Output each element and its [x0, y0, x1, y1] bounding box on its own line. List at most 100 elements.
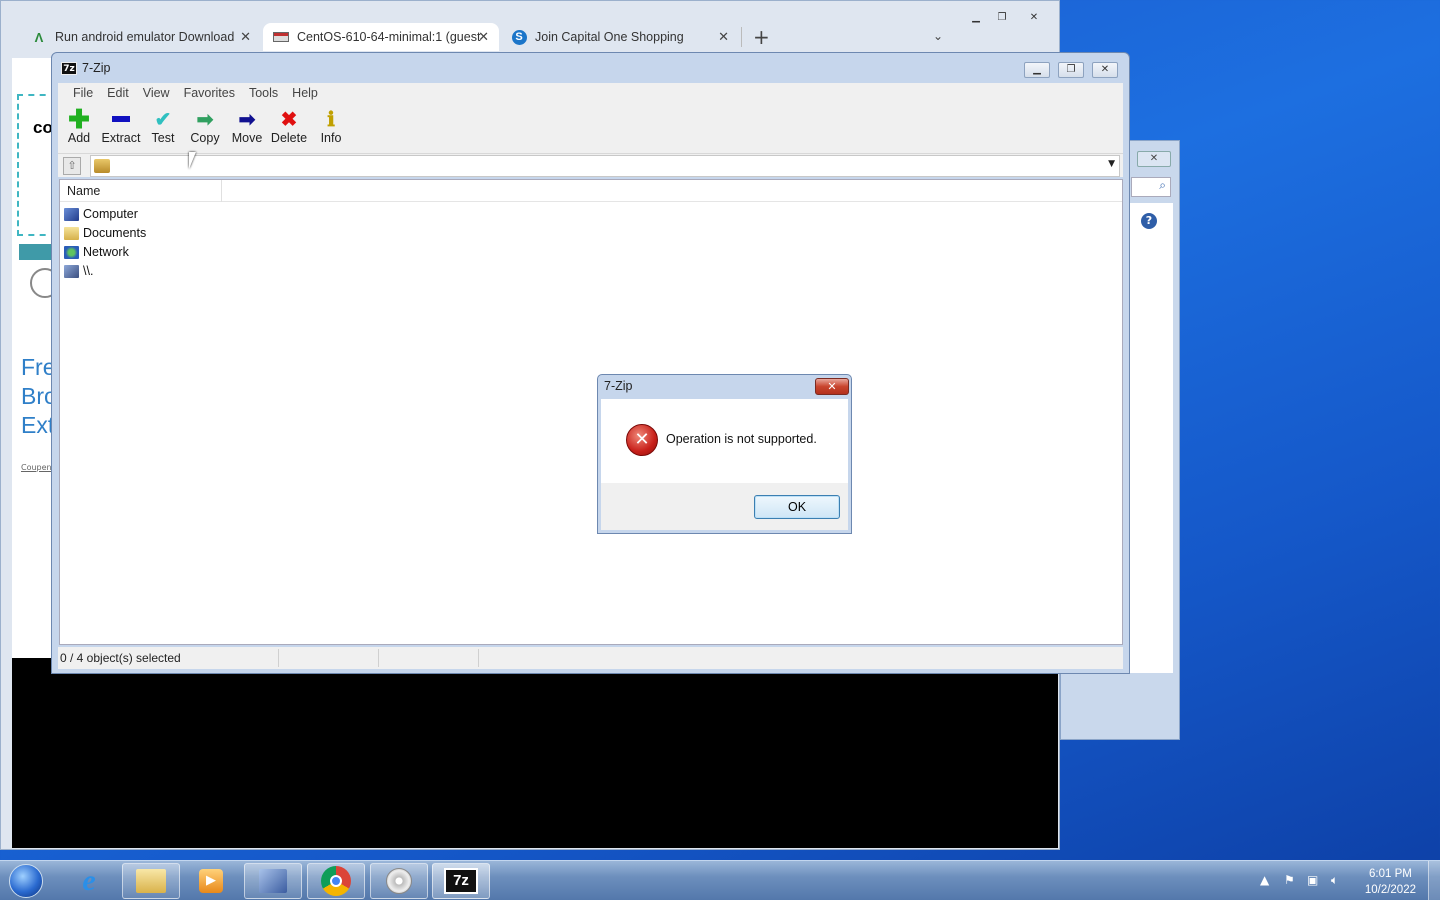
7zip-icon: 7z: [444, 868, 478, 894]
chrome-icon: [321, 866, 351, 896]
show-desktop-button[interactable]: [1428, 861, 1440, 900]
vm-icon: [273, 29, 289, 45]
error-dialog: 7-Zip ✕ ✕ Operation is not supported. OK: [597, 374, 852, 534]
network-tray-icon[interactable]: ▣: [1307, 873, 1318, 887]
taskbar-ie[interactable]: e: [60, 863, 118, 899]
plus-icon: ✚: [68, 103, 90, 134]
browser-restore-button[interactable]: ❐: [989, 11, 1015, 27]
ok-button[interactable]: OK: [754, 495, 840, 519]
folder-icon: [136, 869, 166, 893]
taskbar-7zip[interactable]: 7z: [432, 863, 490, 899]
tab-android-emulator[interactable]: Λ Run android emulator Download ✕: [21, 23, 261, 51]
list-item[interactable]: Documents: [64, 224, 146, 242]
menu-help[interactable]: Help: [285, 86, 325, 100]
clock-time: 6:01 PM: [1369, 868, 1412, 880]
action-center-flag-icon[interactable]: ⚑: [1284, 873, 1295, 887]
tab-close-icon[interactable]: ✕: [478, 29, 489, 45]
list-item[interactable]: \\.: [64, 262, 93, 280]
info-icon: ℹ: [327, 108, 335, 131]
browser-close-button[interactable]: ✕: [1021, 11, 1047, 27]
network-icon: [64, 245, 79, 259]
file-list: Name Computer Documents Network \\.: [59, 179, 1123, 645]
selection-status: 0 / 4 object(s) selected: [60, 651, 181, 665]
move-arrow-icon: ➡: [238, 108, 256, 131]
new-tab-button[interactable]: +: [753, 25, 770, 49]
zip-toolbar: ✚ Add Extract ✔ Test ➡ Copy ➡ Move ✖ Del…: [58, 103, 1123, 153]
tab-label: CentOS-610-64-minimal:1 (guest: [297, 30, 481, 44]
status-divider: [378, 649, 379, 667]
network-computer-icon: [259, 869, 287, 893]
page-small-text: Coupen: [21, 463, 52, 472]
tab-search-chevron-icon[interactable]: ⌄: [933, 29, 943, 43]
computer-icon: [64, 207, 79, 221]
device-icon: [64, 264, 79, 278]
dialog-title: 7-Zip: [604, 379, 633, 393]
status-divider: [478, 649, 479, 667]
status-bar: 0 / 4 object(s) selected: [58, 647, 1123, 669]
clock-date: 10/2/2022: [1364, 884, 1416, 896]
mouse-cursor: [189, 152, 196, 169]
capital-one-icon: S: [511, 29, 527, 45]
test-label: Test: [151, 131, 175, 145]
show-hidden-icons-icon[interactable]: ▲: [1260, 873, 1269, 887]
menu-view[interactable]: View: [136, 86, 177, 100]
add-button[interactable]: ✚ Add: [57, 103, 101, 146]
minus-icon: [99, 107, 143, 131]
test-button[interactable]: ✔ Test: [141, 107, 185, 146]
extract-button[interactable]: Extract: [99, 107, 143, 145]
copy-arrow-icon: ➡: [196, 108, 214, 131]
taskbar: e ▶ 7z ▲ ⚑ ▣ 🔈︎ 6:01 PM 10/2/2022: [0, 860, 1440, 900]
tab-close-icon[interactable]: ✕: [240, 29, 251, 45]
add-label: Add: [67, 131, 91, 145]
check-icon: ✔: [154, 108, 172, 131]
delete-label: Delete: [270, 131, 308, 145]
android-a-icon: Λ: [34, 29, 44, 45]
taskbar-disc-app[interactable]: [370, 863, 428, 899]
info-button[interactable]: ℹ Info: [309, 107, 353, 146]
path-input[interactable]: ▼: [90, 155, 1120, 177]
media-player-icon: ▶: [199, 869, 223, 893]
dialog-footer: OK: [601, 483, 848, 530]
dialog-body: ✕ Operation is not supported.: [601, 399, 848, 483]
move-button[interactable]: ➡ Move: [225, 107, 269, 146]
menu-file[interactable]: File: [66, 86, 100, 100]
windows-logo-icon: [9, 864, 43, 898]
vm-console-area: [12, 658, 1058, 848]
drive-icon: [94, 159, 110, 173]
zip-maximize-button[interactable]: ❐: [1058, 62, 1084, 78]
info-label: Info: [320, 131, 342, 145]
zip-minimize-button[interactable]: ▁: [1024, 62, 1050, 78]
column-name[interactable]: Name: [60, 180, 222, 202]
list-item[interactable]: Computer: [64, 205, 138, 223]
zip-close-button[interactable]: ✕: [1092, 62, 1118, 78]
menu-edit[interactable]: Edit: [100, 86, 136, 100]
bg-search-icon[interactable]: ⌕: [1131, 177, 1171, 197]
copy-button[interactable]: ➡ Copy: [183, 107, 227, 146]
taskbar-chrome[interactable]: [307, 863, 365, 899]
clock[interactable]: 6:01 PM 10/2/2022: [1365, 866, 1416, 898]
zip-address-bar: ⇧ ▼: [58, 153, 1123, 177]
delete-button[interactable]: ✖ Delete: [267, 107, 311, 146]
dialog-close-button[interactable]: ✕: [815, 378, 849, 395]
tab-close-icon[interactable]: ✕: [718, 29, 729, 45]
up-folder-icon[interactable]: ⇧: [63, 157, 81, 175]
menu-favorites[interactable]: Favorites: [177, 86, 242, 100]
volume-icon[interactable]: 🔈︎: [1331, 873, 1338, 888]
page-logo-text: co: [33, 118, 53, 137]
delete-x-icon: ✖: [280, 108, 298, 131]
bg-close-button[interactable]: ✕: [1137, 151, 1171, 167]
path-dropdown-icon[interactable]: ▼: [1108, 159, 1115, 169]
taskbar-explorer[interactable]: [122, 863, 180, 899]
browser-minimize-button[interactable]: ▁: [963, 11, 989, 27]
start-button[interactable]: [0, 863, 52, 899]
internet-explorer-icon: e: [82, 864, 96, 897]
tab-capital-one[interactable]: S Join Capital One Shopping ✕: [501, 23, 739, 51]
tab-label: Join Capital One Shopping: [535, 30, 684, 44]
help-icon[interactable]: ?: [1141, 213, 1157, 229]
taskbar-media-player[interactable]: ▶: [182, 863, 240, 899]
taskbar-network-app[interactable]: [244, 863, 302, 899]
list-item[interactable]: Network: [64, 243, 129, 261]
menu-tools[interactable]: Tools: [242, 86, 285, 100]
tab-centos[interactable]: CentOS-610-64-minimal:1 (guest ✕: [263, 23, 499, 51]
move-label: Move: [231, 131, 263, 145]
